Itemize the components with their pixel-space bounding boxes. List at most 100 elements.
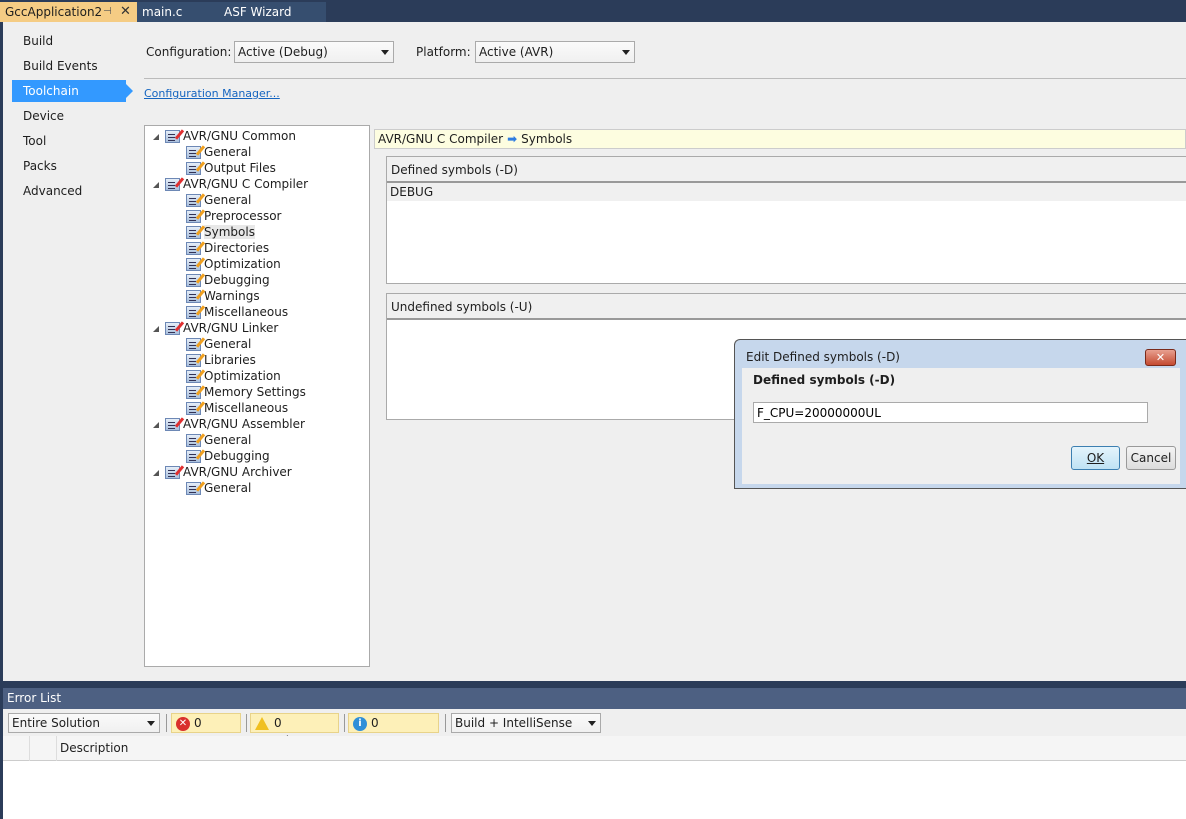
property-page-icon bbox=[165, 130, 180, 143]
tree-item[interactable]: Libraries bbox=[186, 352, 256, 368]
tree-item-label: AVR/GNU Archiver bbox=[183, 465, 292, 479]
platform-dropdown[interactable]: Active (AVR) bbox=[475, 41, 635, 63]
source-dropdown[interactable]: Build + IntelliSense bbox=[451, 713, 601, 733]
cancel-label: Cancel bbox=[1130, 451, 1172, 465]
expand-icon[interactable] bbox=[153, 469, 159, 476]
ok-label: OK bbox=[1086, 451, 1105, 465]
close-icon[interactable]: ✕ bbox=[120, 2, 131, 22]
sidebar-item-tool[interactable]: Tool bbox=[12, 130, 126, 152]
separator bbox=[445, 714, 446, 732]
tree-item[interactable]: Miscellaneous bbox=[186, 400, 288, 416]
tree-group[interactable]: AVR/GNU C Compiler bbox=[153, 176, 308, 192]
sidebar-item-advanced[interactable]: Advanced bbox=[12, 180, 126, 202]
tree-item[interactable]: Optimization bbox=[186, 368, 281, 384]
configuration-value: Active (Debug) bbox=[238, 45, 328, 59]
errors-filter-button[interactable]: ✕0 Errors bbox=[171, 713, 241, 748]
tab-gccapplication2[interactable]: GccApplication2 ⊣ ✕ bbox=[0, 2, 137, 22]
column-separator[interactable] bbox=[29, 736, 30, 761]
tree-item-label: General bbox=[204, 481, 252, 495]
list-item[interactable]: DEBUG bbox=[387, 183, 1186, 201]
tree-item-label: General bbox=[204, 337, 252, 351]
property-page-icon bbox=[165, 322, 180, 335]
defined-symbols-list[interactable]: Defined symbols (-D) DEBUG bbox=[386, 156, 1186, 284]
separator bbox=[246, 714, 247, 732]
warning-icon bbox=[255, 717, 269, 730]
tree-item-label: Debugging bbox=[204, 273, 270, 287]
property-page-icon bbox=[186, 482, 201, 495]
tree-item[interactable]: Debugging bbox=[186, 448, 270, 464]
expand-icon[interactable] bbox=[153, 325, 159, 332]
ok-button[interactable]: OK bbox=[1071, 446, 1120, 470]
tree-item-label: Symbols bbox=[204, 225, 255, 239]
property-page-icon bbox=[186, 146, 201, 159]
configuration-manager-link[interactable]: Configuration Manager... bbox=[144, 87, 280, 100]
sidebar: Build Build Events Toolchain Device Tool… bbox=[3, 22, 133, 681]
sidebar-item-build-events[interactable]: Build Events bbox=[12, 55, 126, 77]
sidebar-item-toolchain[interactable]: Toolchain bbox=[12, 80, 133, 102]
error-list-columns: Description bbox=[3, 736, 1186, 761]
expand-icon[interactable] bbox=[153, 181, 159, 188]
tree-item-label: Warnings bbox=[204, 289, 260, 303]
tree-item[interactable]: Debugging bbox=[186, 272, 270, 288]
property-page-icon bbox=[186, 338, 201, 351]
expand-icon[interactable] bbox=[153, 133, 159, 140]
tree-item[interactable]: Warnings bbox=[186, 288, 260, 304]
tree-item[interactable]: Symbols bbox=[186, 224, 255, 240]
sidebar-item-packs[interactable]: Packs bbox=[12, 155, 126, 177]
tree-item[interactable]: Memory Settings bbox=[186, 384, 306, 400]
close-icon[interactable]: ✕ bbox=[1145, 349, 1176, 366]
tree-group[interactable]: AVR/GNU Linker bbox=[153, 320, 278, 336]
tree-item-label: AVR/GNU C Compiler bbox=[183, 177, 309, 191]
tree-group[interactable]: AVR/GNU Common bbox=[153, 128, 296, 144]
property-page-icon bbox=[165, 466, 180, 479]
tree-item[interactable]: Output Files bbox=[186, 160, 276, 176]
column-separator[interactable] bbox=[56, 736, 57, 761]
tree-item[interactable]: General bbox=[186, 432, 251, 448]
error-list-grid: Description bbox=[3, 736, 1186, 819]
messages-filter-button[interactable]: i0 Messages bbox=[348, 713, 439, 748]
warnings-filter-button[interactable]: 0 Warnings bbox=[250, 713, 339, 748]
cancel-button[interactable]: Cancel bbox=[1126, 446, 1176, 470]
error-list-toolbar: Entire Solution ✕0 Errors 0 Warnings i0 … bbox=[3, 709, 1186, 748]
property-page-icon bbox=[165, 178, 180, 191]
tree-group[interactable]: AVR/GNU Archiver bbox=[153, 464, 292, 480]
chevron-down-icon bbox=[588, 721, 596, 726]
expand-icon[interactable] bbox=[153, 421, 159, 428]
property-page-icon bbox=[186, 402, 201, 415]
sidebar-item-device[interactable]: Device bbox=[12, 105, 126, 127]
breadcrumb-current: Symbols bbox=[521, 132, 573, 146]
tree-item[interactable]: Miscellaneous bbox=[186, 304, 288, 320]
property-page-icon bbox=[186, 386, 201, 399]
tree-item[interactable]: General bbox=[186, 480, 251, 496]
tree-item[interactable]: Optimization bbox=[186, 256, 281, 272]
tree-group[interactable]: AVR/GNU Assembler bbox=[153, 416, 305, 432]
symbol-input[interactable] bbox=[753, 402, 1148, 423]
tab-label: GccApplication2 bbox=[5, 5, 103, 19]
property-page-icon bbox=[165, 418, 180, 431]
tab-asf-wizard[interactable]: ASF Wizard bbox=[217, 2, 326, 22]
configuration-dropdown[interactable]: Active (Debug) bbox=[234, 41, 394, 63]
property-page-icon bbox=[186, 162, 201, 175]
tab-label: ASF Wizard bbox=[224, 5, 292, 19]
breadcrumb-parent: AVR/GNU C Compiler bbox=[378, 132, 504, 146]
edit-defined-symbols-dialog: Edit Defined symbols (-D) ✕ Defined symb… bbox=[734, 339, 1186, 489]
column-header-description[interactable]: Description bbox=[60, 741, 128, 755]
separator bbox=[344, 714, 345, 732]
tree-item[interactable]: Preprocessor bbox=[186, 208, 281, 224]
tree-item[interactable]: General bbox=[186, 336, 251, 352]
toolchain-tree[interactable]: AVR/GNU Common General Output Files AVR/GNU… bbox=[144, 125, 370, 667]
panel-splitter[interactable] bbox=[0, 681, 1186, 687]
tree-item[interactable]: General bbox=[186, 144, 251, 160]
tab-main-c[interactable]: main.c bbox=[137, 2, 217, 22]
pin-icon[interactable]: ⊣ bbox=[103, 2, 112, 22]
dialog-field-label: Defined symbols (-D) bbox=[753, 373, 896, 387]
sidebar-item-build[interactable]: Build bbox=[12, 30, 126, 52]
property-page-icon bbox=[186, 258, 201, 271]
scope-dropdown[interactable]: Entire Solution bbox=[8, 713, 160, 733]
document-tab-bar: GccApplication2 ⊣ ✕ main.c ASF Wizard bbox=[0, 0, 1186, 22]
tree-item[interactable]: Directories bbox=[186, 240, 269, 256]
tree-item[interactable]: General bbox=[186, 192, 251, 208]
property-page-icon bbox=[186, 242, 201, 255]
tree-item-label: Libraries bbox=[204, 353, 256, 367]
property-page-icon bbox=[186, 450, 201, 463]
